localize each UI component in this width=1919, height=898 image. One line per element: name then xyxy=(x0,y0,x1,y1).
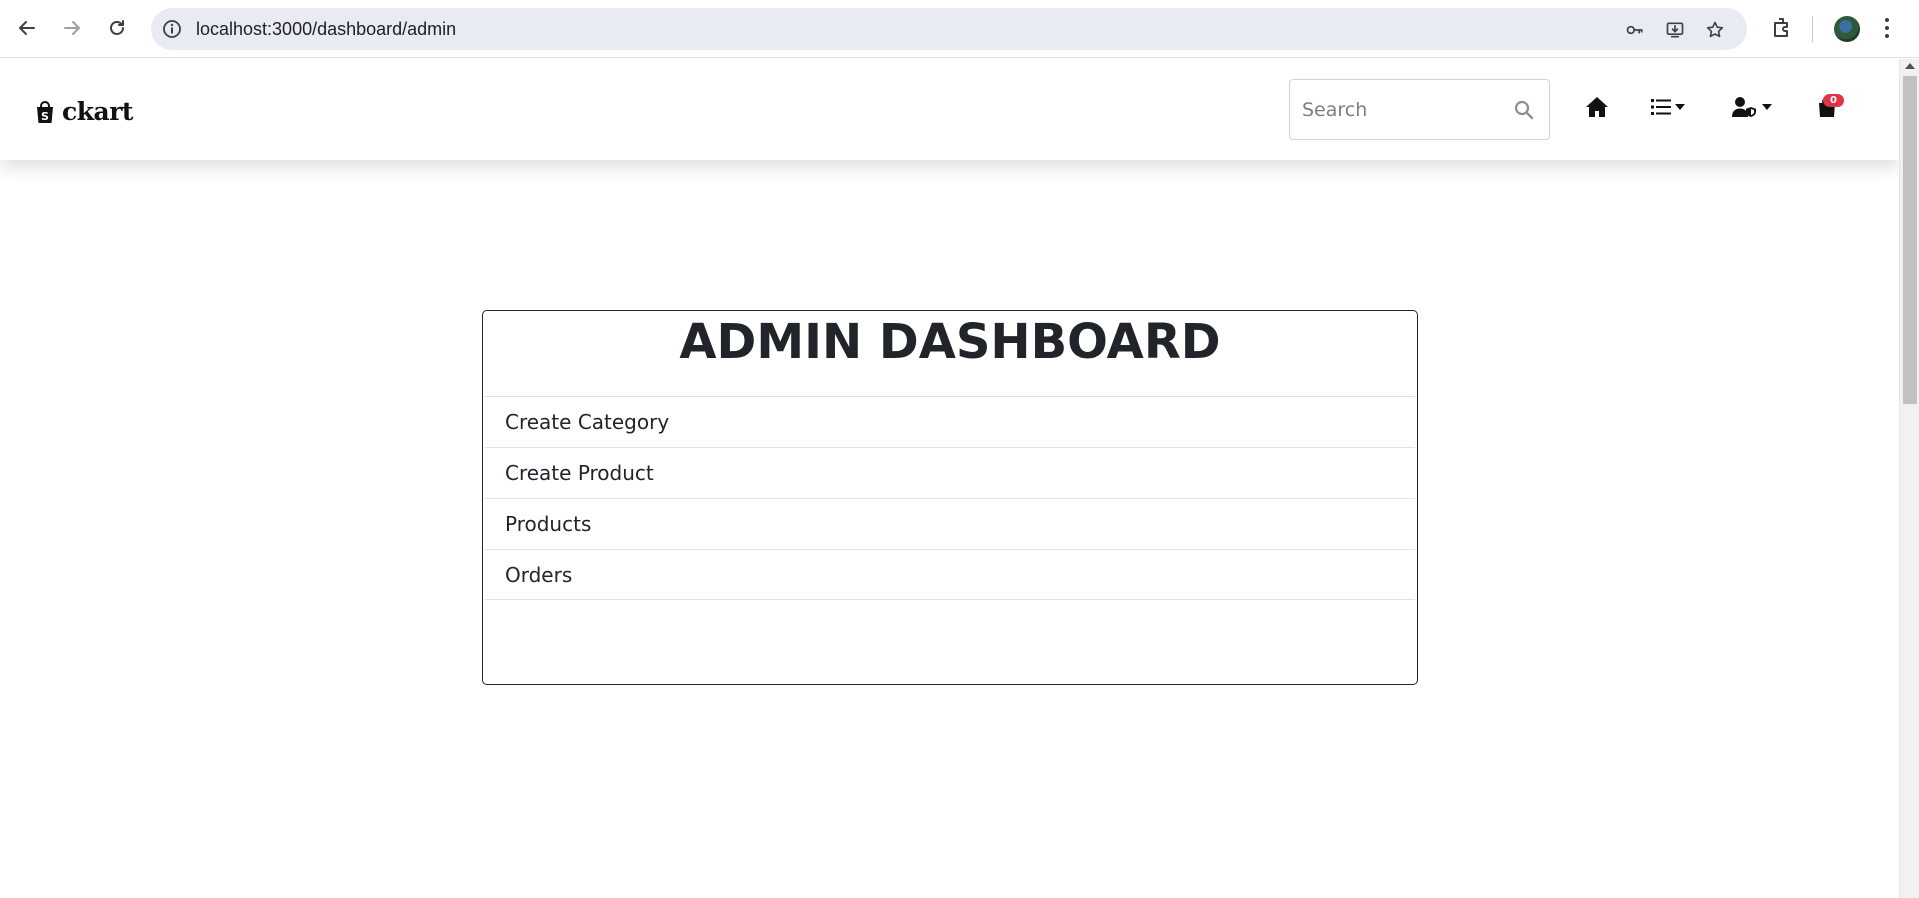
chevron-down-icon xyxy=(1762,104,1772,110)
menu-item-create-category[interactable]: Create Category xyxy=(485,396,1415,447)
scrollbar-thumb[interactable] xyxy=(1903,76,1917,404)
arrow-left-icon xyxy=(19,21,35,35)
brand-name: ckart xyxy=(62,97,133,126)
reload-button[interactable] xyxy=(101,12,133,44)
arrow-right-icon xyxy=(64,21,80,35)
svg-text:S: S xyxy=(41,110,49,123)
scroll-up-arrow-icon[interactable] xyxy=(1905,63,1915,69)
chevron-down-icon xyxy=(1675,104,1685,110)
extensions-icon[interactable] xyxy=(1770,16,1794,40)
back-button[interactable] xyxy=(11,12,43,44)
address-bar[interactable]: localhost:3000/dashboard/admin xyxy=(151,8,1747,50)
admin-menu-list: Create Category Create Product Products … xyxy=(485,396,1415,600)
menu-item-orders[interactable]: Orders xyxy=(485,549,1415,600)
page-viewport: S ckart Search 0 ADMIN DASHBOARD Create … xyxy=(0,59,1919,898)
search-icon[interactable] xyxy=(1514,100,1534,120)
search-box xyxy=(1289,79,1550,140)
home-icon xyxy=(1586,97,1608,117)
menu-item-products[interactable]: Products xyxy=(485,498,1415,549)
list-icon xyxy=(1651,99,1671,115)
toolbar-separator xyxy=(1812,16,1813,42)
site-info-icon[interactable] xyxy=(161,18,183,40)
more-menu-icon[interactable] xyxy=(1884,17,1890,39)
browser-toolbar: localhost:3000/dashboard/admin xyxy=(0,0,1919,58)
site-header: S ckart Search 0 xyxy=(0,59,1899,160)
cart-count-badge: 0 xyxy=(1823,94,1844,107)
brand-logo-link[interactable]: S ckart xyxy=(34,97,133,126)
forward-button[interactable] xyxy=(56,12,88,44)
reload-icon xyxy=(110,20,124,35)
url-text: localhost:3000/dashboard/admin xyxy=(196,19,457,39)
menu-item-create-product[interactable]: Create Product xyxy=(485,447,1415,498)
profile-avatar[interactable] xyxy=(1834,16,1860,42)
vertical-scrollbar[interactable] xyxy=(1899,59,1919,898)
key-icon[interactable] xyxy=(1625,20,1645,40)
shopping-bag-icon: S xyxy=(37,100,53,123)
page-title: ADMIN DASHBOARD xyxy=(679,314,1221,370)
categories-dropdown[interactable] xyxy=(1651,95,1685,119)
install-app-icon[interactable] xyxy=(1665,20,1685,40)
user-menu-dropdown[interactable] xyxy=(1732,95,1772,119)
search-input[interactable] xyxy=(1302,96,1502,124)
home-link[interactable] xyxy=(1585,95,1609,119)
bookmark-star-icon[interactable] xyxy=(1705,20,1725,40)
admin-dashboard-card: ADMIN DASHBOARD Create Category Create P… xyxy=(482,310,1418,685)
user-shield-icon xyxy=(1732,97,1756,117)
